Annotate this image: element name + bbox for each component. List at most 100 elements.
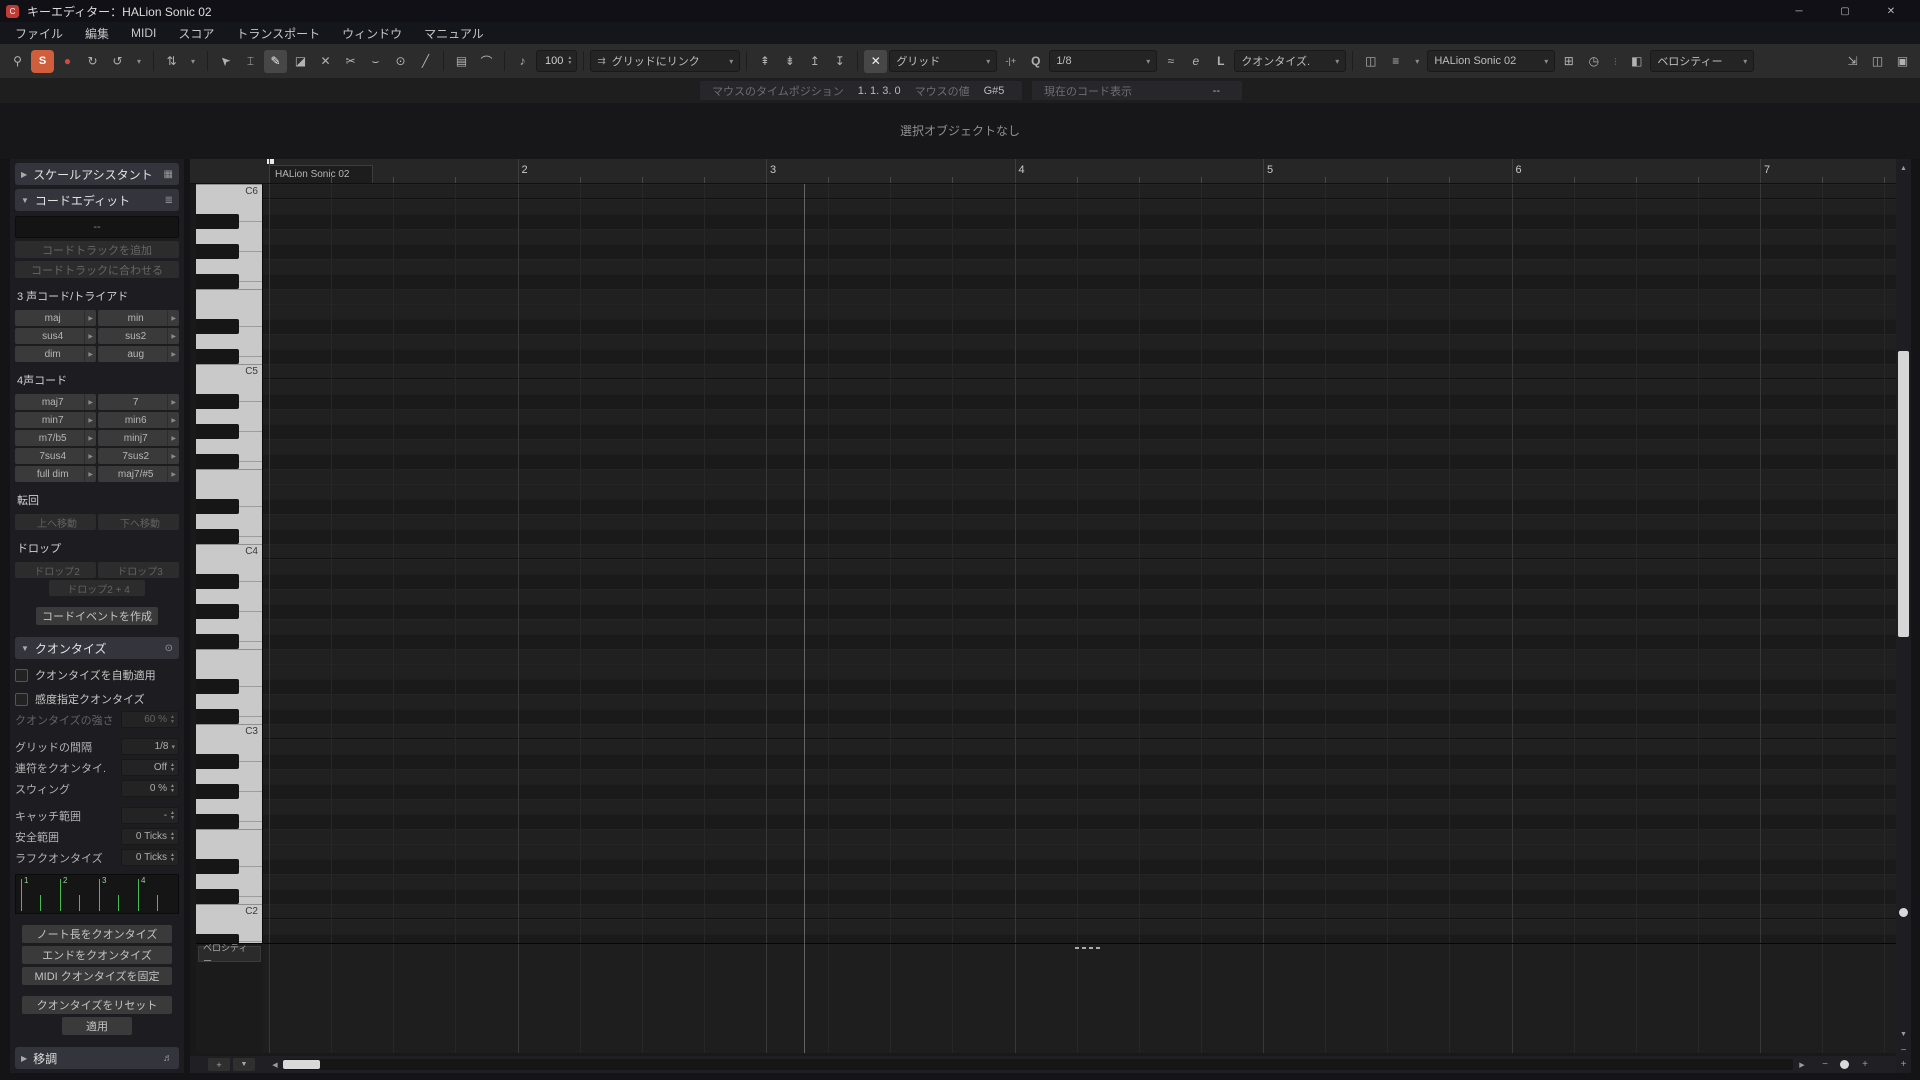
close-button[interactable]: ✕ <box>1868 0 1914 22</box>
chord-button-maj7s5[interactable]: maj7/#5 ▶ <box>98 466 179 482</box>
chord-button-min[interactable]: min ▶ <box>98 310 179 326</box>
piano-key-black[interactable] <box>196 679 262 694</box>
flyout-icon[interactable]: ▶ <box>167 412 176 428</box>
flyout-icon[interactable]: ▶ <box>84 412 93 428</box>
flyout-icon[interactable]: ▶ <box>167 328 176 344</box>
piano-key-white[interactable]: C6 <box>196 184 262 199</box>
stepper-icon[interactable]: ▲ ▼ <box>170 714 175 725</box>
stepper-icon[interactable]: ▲ ▼ <box>170 762 175 773</box>
nudge-down-icon[interactable]: ↧ <box>828 50 851 73</box>
piano-key-black[interactable] <box>196 454 262 469</box>
piano-key-white[interactable] <box>196 409 262 424</box>
menu-edit[interactable]: 編集 <box>74 25 120 42</box>
drop-2-button[interactable]: ドロップ2 <box>15 562 96 578</box>
swing-input[interactable]: 0 % ▲ ▼ <box>121 780 179 797</box>
piano-key-white[interactable] <box>196 694 262 709</box>
piano-key-black[interactable] <box>196 319 262 334</box>
nudge-up-icon[interactable]: ↥ <box>803 50 826 73</box>
chord-button-min6[interactable]: min6 ▶ <box>98 412 179 428</box>
section-quantize[interactable]: ▼ クオンタイズ ⊙ <box>15 637 179 659</box>
rough-quantize-input[interactable]: 0 Ticks ▲ ▼ <box>121 849 179 866</box>
chord-button-minj7[interactable]: minj7 ▶ <box>98 430 179 446</box>
piano-key-white[interactable] <box>196 919 262 934</box>
piano-key-black[interactable] <box>196 889 262 904</box>
move-down-icon[interactable]: ⇟ <box>778 50 801 73</box>
flyout-icon[interactable]: ▶ <box>84 448 93 464</box>
piano-key-white[interactable] <box>196 484 262 499</box>
note-expression-icon[interactable]: ⊞ <box>1557 50 1580 73</box>
draw-tool[interactable]: ✎ <box>264 49 287 73</box>
piano-key-white[interactable] <box>196 259 262 274</box>
erase-tool[interactable]: ◪ <box>289 50 312 73</box>
add-controller-lane-button[interactable]: + <box>208 1058 230 1071</box>
info-line-toggle-icon[interactable]: ▤ <box>450 50 473 73</box>
piano-key-black[interactable] <box>196 529 262 544</box>
quantize-icon[interactable]: Q <box>1024 50 1047 73</box>
drop-2-4-button[interactable]: ドロップ2 + 4 <box>49 580 145 596</box>
chord-button-min7[interactable]: min7 ▶ <box>15 412 96 428</box>
quantize-strength-input[interactable]: 60 % ▲ ▼ <box>121 711 179 728</box>
piano-key-white[interactable] <box>196 619 262 634</box>
piano-key-black[interactable] <box>196 754 262 769</box>
soft-quantize-checkbox[interactable]: 感度指定クオンタイズ <box>15 691 179 707</box>
grid-interval-select[interactable]: 1/8 ▾ <box>121 738 179 755</box>
grid-type-combo[interactable]: グリッド ▾ <box>889 50 998 72</box>
piano-key-black[interactable] <box>196 214 262 229</box>
inversion-down-button[interactable]: 下へ移動 <box>98 514 179 530</box>
piano-key-white[interactable] <box>196 334 262 349</box>
apply-quantize-button[interactable]: 適用 <box>62 1017 132 1035</box>
menu-midi[interactable]: MIDI <box>120 26 167 40</box>
record-in-editor-button[interactable]: ● <box>56 50 79 73</box>
flyout-icon[interactable]: ▶ <box>167 394 176 410</box>
insert-velocity-icon[interactable]: ♪ <box>511 50 534 73</box>
checkbox-icon[interactable] <box>15 692 28 706</box>
piano-key-white[interactable]: C3 <box>196 724 262 739</box>
add-chord-track-button[interactable]: コードトラックを追加 <box>15 241 179 258</box>
piano-key-black[interactable] <box>196 424 262 439</box>
piano-key-white[interactable] <box>196 844 262 859</box>
lane-resize-handle[interactable] <box>1075 947 1101 949</box>
piano-key-white[interactable] <box>196 199 262 214</box>
line-tool[interactable]: ╱ <box>414 50 437 73</box>
stepper-icon[interactable]: ▲ ▼ <box>170 810 175 821</box>
piano-key-black[interactable] <box>196 274 262 289</box>
freeze-midi-quantize-button[interactable]: MIDI クオンタイズを固定 <box>22 967 172 985</box>
flyout-icon[interactable]: ▶ <box>167 346 176 362</box>
piano-key-black[interactable] <box>196 574 262 589</box>
chord-button-dim[interactable]: dim ▶ <box>15 346 96 362</box>
part-name-tab[interactable]: HALion Sonic 02 <box>269 165 373 183</box>
hzoom-out-icon[interactable]: − <box>1818 1058 1832 1071</box>
chord-button-7sus4[interactable]: 7sus4 ▶ <box>15 448 96 464</box>
move-up-icon[interactable]: ⇞ <box>753 50 776 73</box>
drop-3-button[interactable]: ドロップ3 <box>98 562 179 578</box>
chord-button-sus4[interactable]: sus4 ▶ <box>15 328 96 344</box>
menu-window[interactable]: ウィンドウ <box>331 25 413 42</box>
stepper-icon[interactable]: ▲ ▼ <box>567 56 572 66</box>
note-grid[interactable] <box>263 184 1896 943</box>
flyout-icon[interactable]: ▶ <box>84 466 93 482</box>
piano-key-white[interactable] <box>196 559 262 574</box>
chord-button-7sus2[interactable]: 7sus2 ▶ <box>98 448 179 464</box>
chevron-down-icon[interactable]: ▾ <box>185 50 201 73</box>
vzoom-out-icon[interactable]: − <box>1896 1043 1911 1057</box>
event-colors-icon[interactable]: ◧ <box>1625 50 1648 73</box>
iterative-quantize-icon[interactable]: ≈ <box>1159 50 1182 73</box>
event-colors-combo[interactable]: ベロシティー ▾ <box>1650 50 1755 72</box>
chord-button-7[interactable]: 7 ▶ <box>98 394 179 410</box>
open-quantize-panel-icon[interactable]: e <box>1184 50 1207 73</box>
velocity-lane-label[interactable]: ベロシティー <box>198 943 261 966</box>
piano-key-white[interactable]: C2 <box>196 904 262 919</box>
piano-key-white[interactable] <box>196 289 262 304</box>
stepper-icon[interactable]: ▲ ▼ <box>170 831 175 842</box>
velocity-lane[interactable] <box>263 943 1896 1053</box>
auto-apply-quantize-checkbox[interactable]: クオンタイズを自動適用 <box>15 667 179 683</box>
piano-key-white[interactable] <box>196 664 262 679</box>
catch-range-input[interactable]: - ▲ ▼ <box>121 807 179 824</box>
timeline-ruler[interactable]: HALion Sonic 02 2 3 4 5 6 7 <box>263 159 1896 184</box>
piano-key-black[interactable] <box>196 709 262 724</box>
glue-tool[interactable]: ⌣ <box>364 50 387 73</box>
quantize-ends-button[interactable]: エンドをクオンタイズ <box>22 946 172 964</box>
piano-key-white[interactable] <box>196 739 262 754</box>
auto-select-controllers-icon[interactable]: ⇅ <box>160 50 183 73</box>
grid-link-combo[interactable]: ⇉ グリッドにリンク ▾ <box>590 50 741 72</box>
